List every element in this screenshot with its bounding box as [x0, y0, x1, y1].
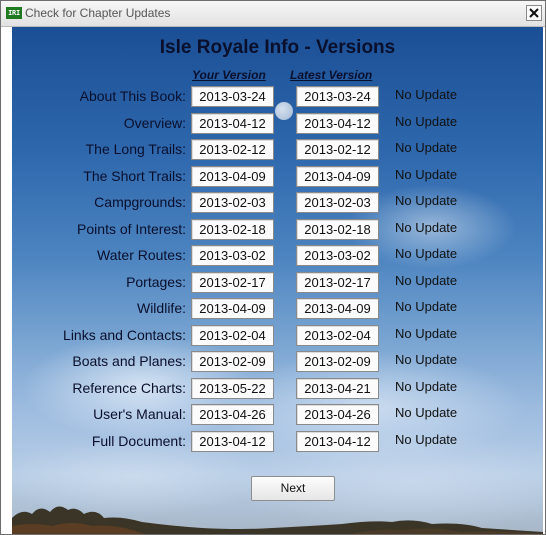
your-version-field: 2013-02-09 — [191, 351, 274, 372]
update-status: No Update — [395, 114, 458, 129]
version-row: The Short Trails: 2013-04-09 2013-04-09 No … — [12, 166, 543, 188]
version-row: The Long Trails: 2013-02-12 2013-02-12 No U… — [12, 139, 543, 161]
version-row: Boats and Planes: 2013-02-09 2013-02-09 No … — [12, 351, 543, 373]
update-status: No Update — [395, 432, 458, 447]
your-version-field: 2013-03-02 — [191, 245, 274, 266]
chapter-label: Links and Contacts: — [63, 327, 186, 343]
latest-version-field: 2013-04-12 — [296, 113, 379, 134]
version-row: Campgrounds: 2013-02-03 2013-02-03 No Updat… — [12, 192, 543, 214]
chapter-label: Reference Charts: — [72, 380, 186, 396]
chapter-label: Wildlife: — [136, 300, 186, 316]
chapter-label: About This Book: — [79, 88, 186, 104]
treeline-graphic — [12, 506, 543, 534]
title-bar[interactable]: IRI Check for Chapter Updates — [1, 1, 545, 27]
page-title: Isle Royale Info - Versions — [159, 37, 396, 58]
latest-version-field: 2013-02-09 — [296, 351, 379, 372]
your-version-field: 2013-02-17 — [191, 272, 274, 293]
window-title: Check for Chapter Updates — [25, 6, 171, 20]
version-row: Wildlife: 2013-04-09 2013-04-09 No Update — [12, 298, 543, 320]
your-version-field: 2013-05-22 — [191, 378, 274, 399]
your-version-field: 2013-04-26 — [191, 404, 274, 425]
latest-version-field: 2013-04-09 — [296, 298, 379, 319]
your-version-field: 2013-04-09 — [191, 166, 274, 187]
chapter-label: The Long Trails: — [85, 141, 186, 157]
dialog-window: IRI Check for Chapter Updates Isle Royal… — [0, 0, 546, 535]
chapter-label: Points of Interest: — [77, 221, 186, 237]
chapter-label: Boats and Planes: — [72, 353, 186, 369]
update-status: No Update — [395, 299, 458, 314]
update-status: No Update — [395, 193, 458, 208]
your-version-field: 2013-04-09 — [191, 298, 274, 319]
update-status: No Update — [395, 352, 458, 367]
update-status: No Update — [395, 379, 458, 394]
latest-version-field: 2013-03-24 — [296, 86, 379, 107]
latest-version-field: 2013-02-18 — [296, 219, 379, 240]
update-status: No Update — [395, 87, 458, 102]
update-status: No Update — [395, 220, 458, 235]
version-row: About This Book: 2013-03-24 2013-03-24 No U… — [12, 86, 543, 108]
your-version-header: Your Version — [192, 68, 266, 82]
latest-version-field: 2013-02-04 — [296, 325, 379, 346]
iri-app-icon: IRI — [6, 7, 22, 19]
latest-version-field: 2013-04-21 — [296, 378, 379, 399]
update-status: No Update — [395, 326, 458, 341]
your-version-field: 2013-02-04 — [191, 325, 274, 346]
update-status: No Update — [395, 167, 458, 182]
your-version-field: 2013-02-18 — [191, 219, 274, 240]
latest-version-field: 2013-04-12 — [296, 431, 379, 452]
your-version-field: 2013-04-12 — [191, 113, 274, 134]
latest-version-field: 2013-04-09 — [296, 166, 379, 187]
chapter-label: User's Manual: — [93, 406, 186, 422]
latest-version-field: 2013-02-17 — [296, 272, 379, 293]
version-row: Full Document: 2013-04-12 2013-04-12 No Upd… — [12, 431, 543, 453]
version-row: Reference Charts: 2013-05-22 2013-04-21 No … — [12, 378, 543, 400]
latest-version-field: 2013-02-03 — [296, 192, 379, 213]
update-status: No Update — [395, 273, 458, 288]
chapter-label: Portages: — [126, 274, 186, 290]
chapter-label: Overview: — [123, 115, 186, 131]
close-icon — [529, 8, 539, 18]
update-status: No Update — [395, 140, 458, 155]
your-version-field: 2013-03-24 — [191, 86, 274, 107]
chapter-label: Full Document: — [91, 433, 186, 449]
latest-version-header: Latest Version — [290, 68, 373, 82]
version-row: User's Manual: 2013-04-26 2013-04-26 No Upd… — [12, 404, 543, 426]
next-button[interactable]: Next — [251, 476, 335, 501]
close-button[interactable] — [526, 5, 542, 21]
update-status: No Update — [395, 246, 458, 261]
chapter-label: The Short Trails: — [83, 168, 186, 184]
version-row: Overview: 2013-04-12 2013-04-12 No Update — [12, 113, 543, 135]
version-row: Portages: 2013-02-17 2013-02-17 No Update — [12, 272, 543, 294]
chapter-label: Water Routes: — [97, 247, 186, 263]
latest-version-field: 2013-02-12 — [296, 139, 379, 160]
your-version-field: 2013-04-12 — [191, 431, 274, 452]
your-version-field: 2013-02-03 — [191, 192, 274, 213]
dialog-content: Isle Royale Info - Versions Your Version… — [12, 27, 543, 534]
latest-version-field: 2013-04-26 — [296, 404, 379, 425]
version-row: Links and Contacts: 2013-02-04 2013-02-04 N… — [12, 325, 543, 347]
version-row: Water Routes: 2013-03-02 2013-03-02 No Upda… — [12, 245, 543, 267]
latest-version-field: 2013-03-02 — [296, 245, 379, 266]
chapter-label: Campgrounds: — [94, 194, 186, 210]
update-status: No Update — [395, 405, 458, 420]
version-row: Points of Interest: 2013-02-18 2013-02-18 N… — [12, 219, 543, 241]
your-version-field: 2013-02-12 — [191, 139, 274, 160]
